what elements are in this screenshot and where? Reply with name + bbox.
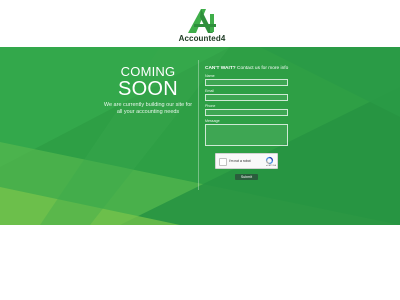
email-field[interactable] [205,94,288,101]
contact-heading-rest: Contact us for more info [235,66,289,71]
message-textarea[interactable] [205,124,288,146]
contact-heading: CAN'T WAIT? Contact us for more info [205,66,289,72]
recaptcha-label: I'm not a robot [229,159,251,163]
brand-logo[interactable]: Accounted4 [169,6,235,44]
hero-divider [198,60,199,190]
brand-name: Accounted4 [178,34,226,43]
phone-field[interactable] [205,109,288,116]
recaptcha-checkbox[interactable] [219,158,227,166]
soon-text: SOON [117,78,179,100]
recaptcha-logo-icon [265,156,274,165]
name-field[interactable] [205,79,288,86]
submit-button[interactable]: Submit [235,174,258,180]
recaptcha-widget: I'm not a robot reCAPTCHA [215,153,278,169]
coming-soon-block: COMING SOON We are currently building ou… [101,65,195,116]
a4-logo-mark-icon [188,9,216,33]
hero-background [0,47,400,225]
coming-soon-description: We are currently building our site for a… [103,102,193,115]
contact-form: CAN'T WAIT? Contact us for more info Nam… [205,66,289,152]
recaptcha-brand: reCAPTCHA [265,165,276,167]
coming-text: COMING [120,64,176,79]
contact-heading-bold: CAN'T WAIT? [205,66,236,71]
coming-soon-hero: COMING SOON We are currently building ou… [0,47,400,225]
site-header: Accounted4 [0,0,400,47]
